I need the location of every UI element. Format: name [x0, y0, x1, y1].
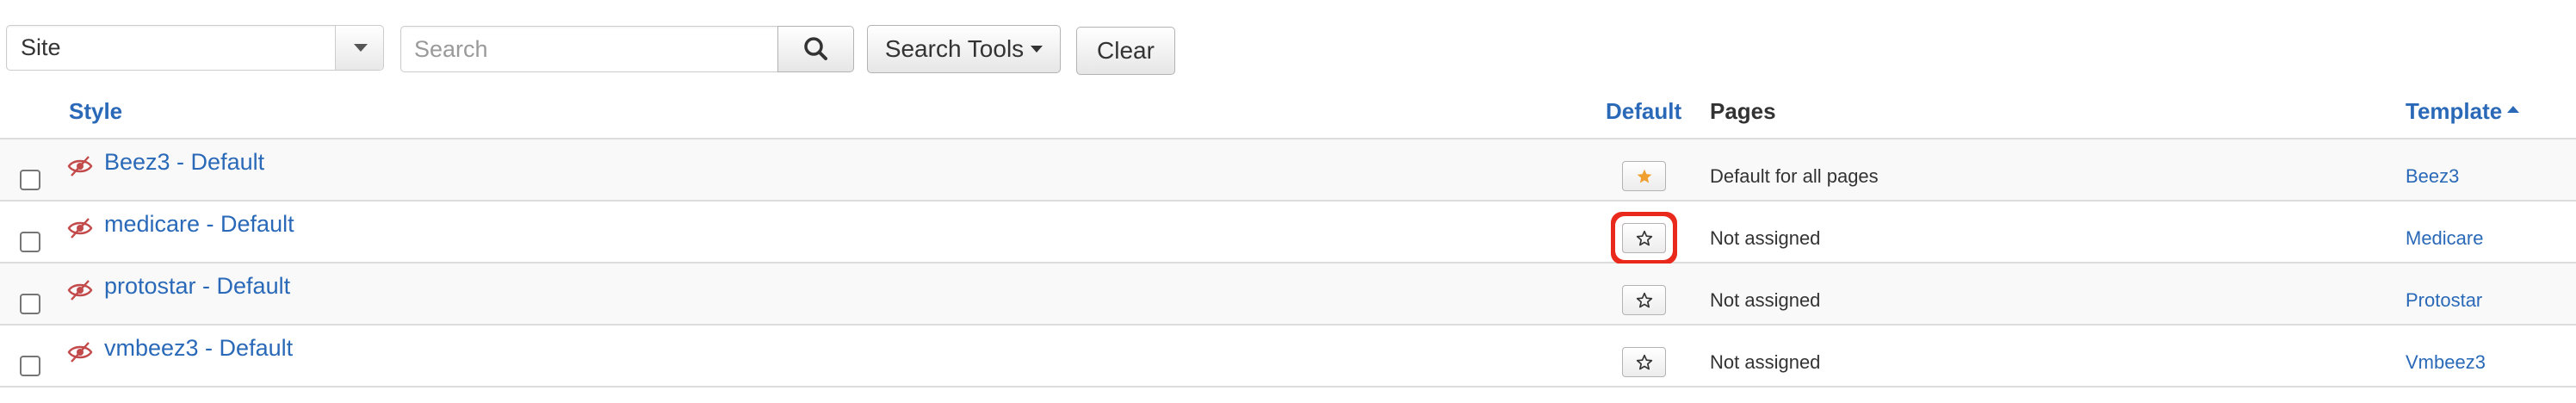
sort-ascending-icon: [2507, 106, 2520, 114]
row-checkbox[interactable]: [20, 294, 40, 314]
table-header: Style Default Pages Template: [0, 83, 2576, 140]
client-select-value: Site: [21, 34, 61, 60]
style-link[interactable]: Beez3 - Default: [104, 140, 264, 184]
styles-table: Style Default Pages Template Beez3 - Def…: [0, 83, 2576, 388]
search-input[interactable]: [400, 26, 779, 72]
client-select[interactable]: Site: [6, 25, 384, 71]
column-header-default[interactable]: Default: [1606, 83, 1681, 140]
star-filled-icon: [1637, 169, 1651, 183]
chevron-down-icon: [354, 44, 368, 52]
star-outline-icon: [1636, 292, 1652, 307]
star-outline-icon: [1636, 354, 1652, 369]
eye-slash-icon: [67, 342, 93, 363]
default-toggle-button[interactable]: [1622, 223, 1666, 253]
row-checkbox[interactable]: [20, 356, 40, 376]
search-tools-label: Search Tools: [884, 35, 1025, 62]
table-row: Beez3 - Default Default for all pages Be…: [0, 140, 2576, 202]
table-row: medicare - Default Not assigned Medicare: [0, 202, 2576, 264]
default-toggle-button[interactable]: [1622, 285, 1666, 315]
column-header-template-label: Template: [2406, 98, 2503, 124]
style-link[interactable]: medicare - Default: [104, 202, 294, 246]
client-select-toggle[interactable]: [335, 26, 383, 70]
column-header-style[interactable]: Style: [69, 83, 122, 140]
eye-slash-icon: [67, 280, 93, 301]
clear-label: Clear: [1097, 37, 1155, 64]
table-row: protostar - Default Not assigned Protost…: [0, 264, 2576, 326]
eye-slash-icon: [67, 156, 93, 177]
caret-down-icon: [1031, 46, 1043, 53]
search-icon: [804, 37, 827, 60]
column-header-pages: Pages: [1710, 98, 1776, 124]
column-header-template[interactable]: Template: [2406, 83, 2520, 140]
default-toggle-button[interactable]: [1622, 161, 1666, 191]
style-link[interactable]: protostar - Default: [104, 264, 290, 308]
eye-slash-icon: [67, 218, 93, 239]
default-toggle-button[interactable]: [1622, 347, 1666, 377]
star-outline-icon: [1636, 230, 1652, 245]
search-tools-button[interactable]: Search Tools: [867, 25, 1061, 73]
search-button[interactable]: [777, 26, 854, 72]
table-row: vmbeez3 - Default Not assigned Vmbeez3: [0, 326, 2576, 388]
pages-assignment: Not assigned: [1710, 351, 1821, 373]
style-link[interactable]: vmbeez3 - Default: [104, 326, 293, 370]
row-checkbox[interactable]: [20, 170, 40, 190]
template-link[interactable]: Vmbeez3: [2406, 326, 2486, 400]
row-checkbox[interactable]: [20, 232, 40, 252]
clear-button[interactable]: Clear: [1076, 27, 1175, 75]
